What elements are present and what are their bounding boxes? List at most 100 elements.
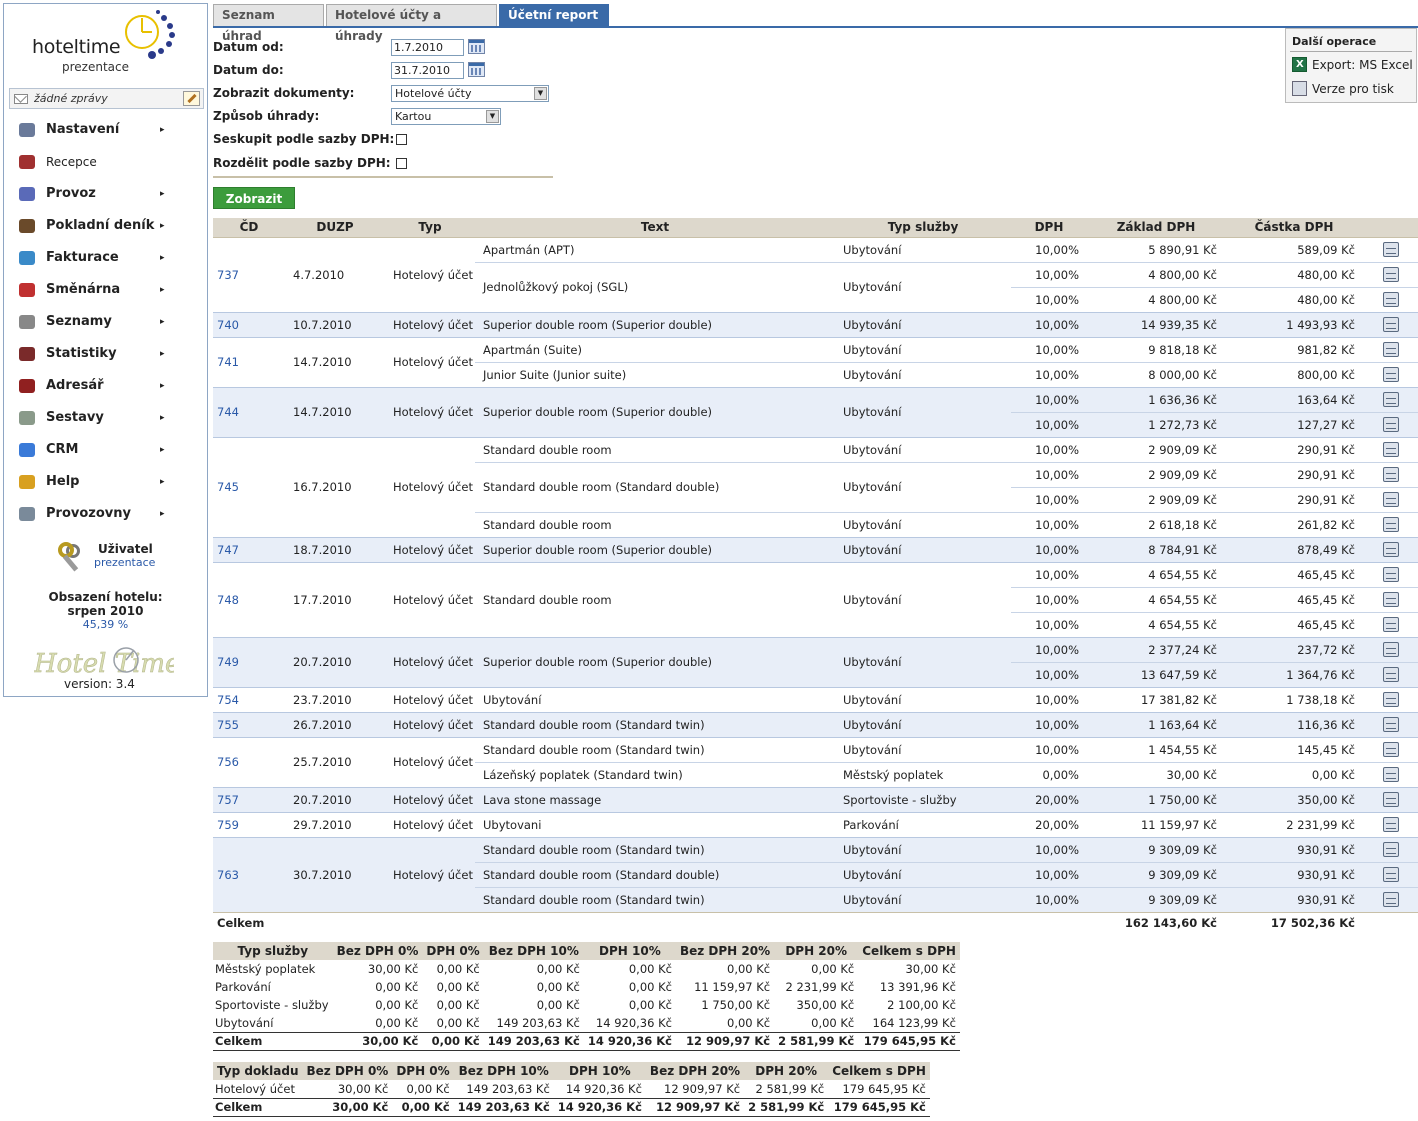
type-cell: Hotelový účet xyxy=(393,355,473,369)
print-icon[interactable] xyxy=(1382,267,1399,282)
print-icon[interactable] xyxy=(1382,792,1399,807)
print-icon[interactable] xyxy=(1382,767,1399,782)
menu-item[interactable]: Provozovny ▸ xyxy=(4,498,207,530)
menu-item[interactable]: Provoz ▸ xyxy=(4,178,207,210)
vat-amount-cell: 800,00 Kč xyxy=(1297,367,1355,382)
calendar-icon[interactable] xyxy=(468,62,485,77)
doc-number-link[interactable]: 740 xyxy=(213,312,285,337)
doc-number-link[interactable]: 757 xyxy=(213,787,285,812)
docs-select[interactable]: Hotelové účty ▼ xyxy=(391,85,549,102)
menu-item[interactable]: Směnárna ▸ xyxy=(4,274,207,306)
doc-number-link[interactable]: 754 xyxy=(213,687,285,712)
print-icon[interactable] xyxy=(1382,242,1399,257)
service-cell: Ubytování xyxy=(843,517,902,532)
menu-item[interactable]: Recepce xyxy=(4,146,207,178)
tab-ucetni-report[interactable]: Účetní report xyxy=(499,4,609,27)
vat-rate-cell: 10,00% xyxy=(1011,462,1087,488)
print-icon[interactable] xyxy=(1382,442,1399,457)
messages-bar[interactable]: žádné zprávy xyxy=(9,88,204,109)
total-row: Celkem 162 143,60 Kč 17 502,36 Kč xyxy=(213,911,1418,933)
doc-number-link[interactable]: 737 xyxy=(213,237,285,312)
show-button[interactable]: Zobrazit xyxy=(213,187,295,209)
print-icon[interactable] xyxy=(1382,592,1399,607)
print-icon[interactable] xyxy=(1382,667,1399,682)
date-from-input[interactable]: 1.7.2010 xyxy=(391,39,464,56)
vat-rate-cell: 10,00% xyxy=(1011,387,1087,413)
tab-hotelove-ucty[interactable]: Hotelové účty a úhrady xyxy=(326,4,497,43)
doc-number-link[interactable]: 741 xyxy=(213,337,285,387)
doc-number-link[interactable]: 763 xyxy=(213,837,285,912)
total-row: Celkem 30,00 Kč 0,00 Kč 149 203,63 Kč 14 920… xyxy=(213,1097,930,1117)
calendar-icon[interactable] xyxy=(468,39,485,54)
svg-text:Hotel Time: Hotel Time xyxy=(34,649,174,679)
menu-item[interactable]: Pokladní deník ▸ xyxy=(4,210,207,242)
print-icon[interactable] xyxy=(1382,492,1399,507)
type-cell: Hotelový účet xyxy=(393,692,473,707)
doc-number-link[interactable]: 749 xyxy=(213,637,285,687)
doc-number-link[interactable]: 744 xyxy=(213,387,285,437)
chevron-right-icon: ▸ xyxy=(160,221,165,231)
export-excel-link[interactable]: Export: MS Excel xyxy=(1292,57,1413,73)
total-row: Celkem 30,00 Kč 0,00 Kč 149 203,63 Kč 14 920… xyxy=(213,1031,960,1051)
print-icon[interactable] xyxy=(1382,467,1399,482)
print-icon[interactable] xyxy=(1382,742,1399,757)
print-icon[interactable] xyxy=(1382,367,1399,382)
menu-item[interactable]: Statistiky ▸ xyxy=(4,338,207,370)
menu-item[interactable]: CRM ▸ xyxy=(4,434,207,466)
print-icon[interactable] xyxy=(1382,842,1399,857)
user-box[interactable]: Uživatel prezentace xyxy=(54,536,204,576)
payment-select[interactable]: Kartou ▼ xyxy=(391,108,501,125)
text-cell: Standard double room (Standard twin) xyxy=(475,712,835,737)
print-icon[interactable] xyxy=(1382,417,1399,432)
service-cell: Ubytování xyxy=(843,280,902,294)
menu-item[interactable]: Sestavy ▸ xyxy=(4,402,207,434)
doc-number-link[interactable]: 745 xyxy=(213,437,285,537)
menu-item[interactable]: Adresář ▸ xyxy=(4,370,207,402)
group-vat-checkbox[interactable] xyxy=(396,134,407,145)
print-icon[interactable] xyxy=(1382,342,1399,357)
doc-number-link[interactable]: 755 xyxy=(213,712,285,737)
column-header: Základ DPH xyxy=(1087,218,1225,238)
date-to-input[interactable]: 31.7.2010 xyxy=(391,62,464,79)
print-icon[interactable] xyxy=(1382,317,1399,332)
user-name[interactable]: prezentace xyxy=(94,556,155,569)
chevron-right-icon: ▸ xyxy=(160,381,165,391)
menu-item[interactable]: Help ▸ xyxy=(4,466,207,498)
vat-rate-cell: 10,00% xyxy=(1011,262,1087,288)
menu-item[interactable]: Seznamy ▸ xyxy=(4,306,207,338)
column-header: Bez DPH 0% xyxy=(332,942,423,960)
menu-item[interactable]: Nastavení ▸ xyxy=(4,114,207,146)
doc-number-link[interactable]: 756 xyxy=(213,737,285,787)
text-cell: Jednolůžkový pokoj (SGL) xyxy=(483,280,629,294)
print-icon[interactable] xyxy=(1382,567,1399,582)
amount-cell: 0,00 Kč xyxy=(375,980,419,994)
print-icon[interactable] xyxy=(1382,892,1399,907)
print-icon[interactable] xyxy=(1382,817,1399,832)
total-amount: 179 645,95 Kč xyxy=(828,1097,930,1117)
tab-seznam-uhrad[interactable]: Seznam úhrad xyxy=(213,4,324,43)
doc-number-link[interactable]: 747 xyxy=(213,537,285,562)
column-header: DPH 0% xyxy=(392,1062,454,1080)
column-header: DUZP xyxy=(285,218,385,238)
print-icon[interactable] xyxy=(1382,717,1399,732)
doc-number-link[interactable]: 748 xyxy=(213,562,285,637)
print-icon[interactable] xyxy=(1382,392,1399,407)
print-icon[interactable] xyxy=(1382,617,1399,632)
hoteltime-logo[interactable]: hoteltime prezentace xyxy=(4,4,207,86)
chevron-right-icon: ▸ xyxy=(160,189,165,199)
amount-cell: 0,00 Kč xyxy=(811,1015,855,1030)
text-cell: Standard double room (Standard double) xyxy=(475,462,835,513)
print-icon[interactable] xyxy=(1382,517,1399,532)
print-icon[interactable] xyxy=(1382,542,1399,557)
doc-number-link[interactable]: 759 xyxy=(213,812,285,837)
table-row: 737 4.7.2010 Hotelový účet Apartmán (APT) Ub… xyxy=(213,237,1418,282)
duzp-cell: 23.7.2010 xyxy=(293,692,352,707)
menu-item[interactable]: Fakturace ▸ xyxy=(4,242,207,274)
split-vat-checkbox[interactable] xyxy=(396,158,407,169)
print-icon[interactable] xyxy=(1382,292,1399,307)
print-version-link[interactable]: Verze pro tisk xyxy=(1292,81,1394,97)
print-icon[interactable] xyxy=(1382,692,1399,707)
print-icon[interactable] xyxy=(1382,867,1399,882)
print-icon[interactable] xyxy=(1382,642,1399,657)
compose-message-icon[interactable] xyxy=(183,91,200,106)
